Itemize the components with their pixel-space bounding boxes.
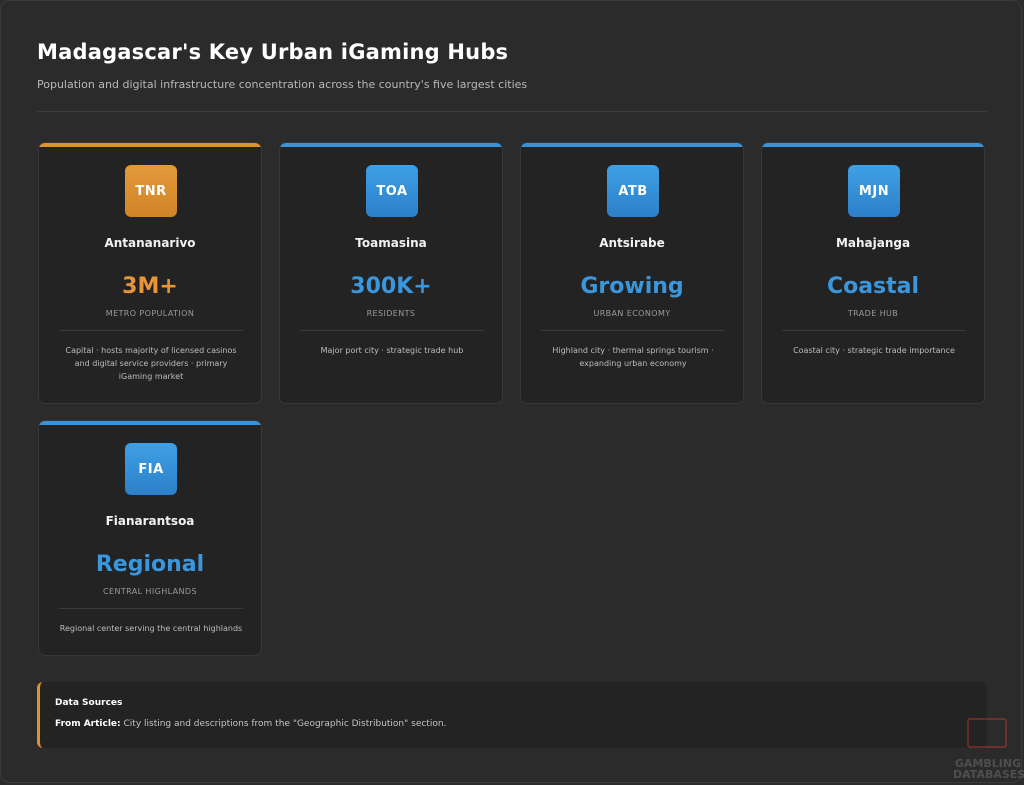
city-description: Regional center serving the central high… — [59, 624, 243, 633]
city-metric-label: CENTRAL HIGHLANDS — [103, 587, 197, 596]
city-name: Toamasina — [355, 236, 427, 250]
city-description: Capital · hosts majority of licensed cas… — [65, 346, 237, 381]
city-metric-label: TRADE HUB — [847, 309, 899, 318]
card-divider — [541, 330, 725, 331]
city-metric-label: URBAN ECONOMY — [593, 309, 671, 318]
card-divider — [59, 330, 243, 331]
city-card-antsirabe: ATB Antsirabe Growing URBAN ECONOMY High… — [520, 142, 744, 404]
card-divider — [300, 330, 484, 331]
data-sources-panel: Data Sources From Article: City listing … — [37, 682, 987, 748]
card-accent-bar — [521, 143, 743, 147]
chip-icon — [967, 718, 1007, 748]
city-metric-label: RESIDENTS — [366, 309, 416, 318]
card-accent-bar — [39, 421, 261, 425]
header: Madagascar's Key Urban iGaming Hubs Popu… — [37, 40, 987, 91]
watermark-logo: GAMBLING DATABASES — [953, 718, 1024, 784]
header-divider — [37, 111, 987, 112]
city-card-mahajanga: MJN Mahajanga Coastal TRADE HUB Coastal … — [761, 142, 985, 404]
card-divider — [782, 330, 966, 331]
city-name: Mahajanga — [835, 236, 911, 250]
city-card-toamasina: TOA Toamasina 300K+ RESIDENTS Major port… — [279, 142, 503, 404]
page-title: Madagascar's Key Urban iGaming Hubs — [37, 40, 509, 64]
watermark-line-2: DATABASES — [953, 768, 1024, 781]
city-name: Antananarivo — [104, 236, 196, 250]
city-code-badge: ATB — [607, 165, 659, 217]
card-accent-bar — [762, 143, 984, 147]
city-metric: 300K+ — [350, 274, 432, 299]
city-card-antananarivo: TNR Antananarivo 3M+ METRO POPULATION Ca… — [38, 142, 262, 404]
city-name: Fianarantsoa — [105, 514, 195, 528]
city-name: Antsirabe — [599, 236, 665, 250]
city-description: Major port city · strategic trade hub — [320, 346, 464, 355]
page-subtitle: Population and digital infrastructure co… — [37, 78, 528, 91]
city-code-badge: TOA — [366, 165, 418, 217]
city-metric: 3M+ — [122, 274, 178, 299]
city-metric: Coastal — [826, 274, 920, 299]
card-accent-bar — [39, 143, 261, 147]
card-divider — [59, 608, 243, 609]
city-metric: Growing — [580, 274, 684, 299]
city-card-fianarantsoa: FIA Fianarantsoa Regional CENTRAL HIGHLA… — [38, 420, 262, 656]
data-sources-title: Data Sources — [55, 698, 123, 708]
card-accent-bar — [280, 143, 502, 147]
watermark-text: GAMBLING DATABASES — [953, 758, 1024, 781]
city-code-badge: MJN — [848, 165, 900, 217]
city-description: Coastal city · strategic trade importanc… — [793, 346, 955, 355]
city-metric: Regional — [95, 552, 205, 577]
city-code-badge: TNR — [125, 165, 177, 217]
city-description: Highland city · thermal springs tourism … — [552, 346, 714, 368]
city-code-badge: FIA — [125, 443, 177, 495]
data-sources-description: City listing and descriptions from the "… — [123, 719, 447, 729]
data-sources-label: From Article: — [55, 719, 121, 729]
city-metric-label: METRO POPULATION — [105, 309, 195, 318]
data-sources-text: From Article: City listing and descripti… — [55, 719, 987, 729]
